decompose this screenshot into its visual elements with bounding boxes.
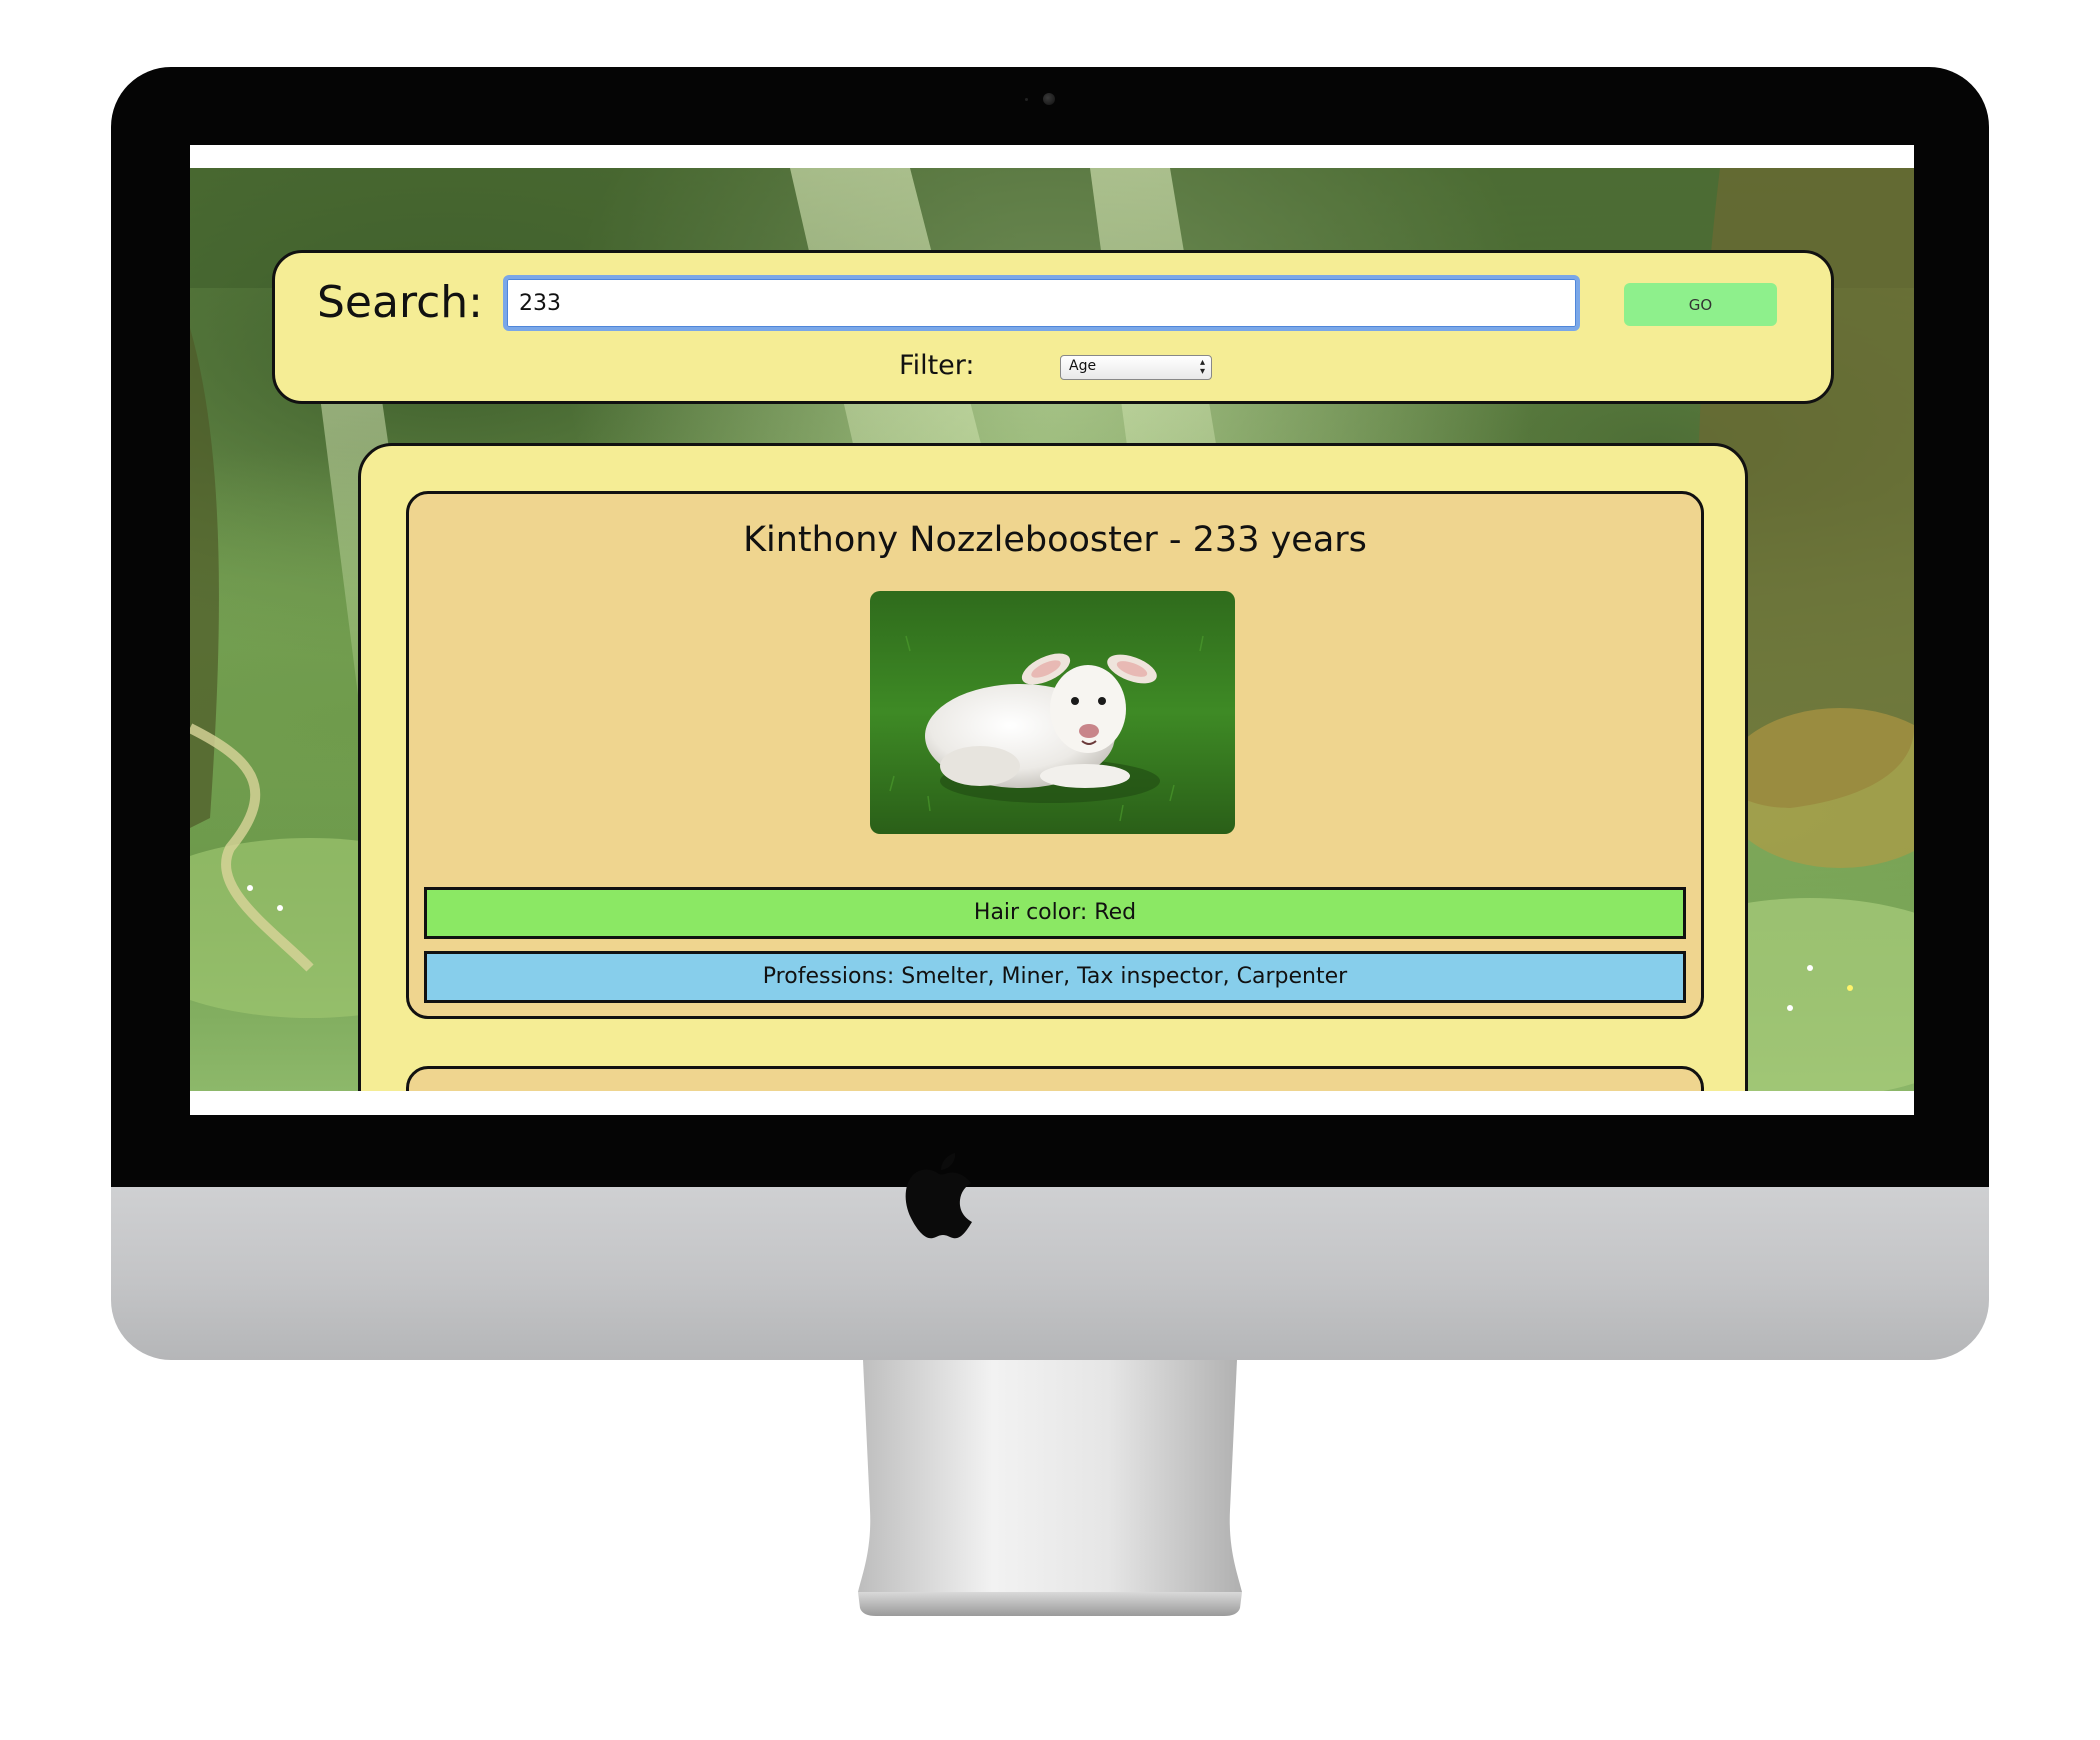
monitor-chin bbox=[111, 1187, 1989, 1360]
result-title: Kinthony Nozzlebooster - 233 years bbox=[743, 520, 1367, 560]
select-arrows-icon: ▴ ▾ bbox=[1199, 357, 1205, 377]
camera-sensor bbox=[1025, 98, 1028, 101]
screen: Search: GO Filter: Age ▴▾ Kinthony Nozzl… bbox=[190, 145, 1914, 1115]
result-card: Kinthony Nozzlebooster - 233 years Hair … bbox=[406, 491, 1704, 1019]
results-panel: Kinthony Nozzlebooster - 233 years Hair … bbox=[358, 443, 1748, 1091]
hair-color-badge: Hair color: Red bbox=[424, 887, 1686, 939]
search-label: Search: bbox=[317, 277, 483, 328]
monitor-stand bbox=[858, 1360, 1242, 1616]
lamb-photo bbox=[870, 591, 1235, 834]
professions-badge: Professions: Smelter, Miner, Tax inspect… bbox=[424, 951, 1686, 1003]
filter-select[interactable]: Age ▴ ▾ bbox=[1060, 355, 1212, 380]
web-page: Search: GO Filter: Age ▴▾ Kinthony Nozzl… bbox=[190, 168, 1914, 1091]
go-button[interactable]: GO bbox=[1624, 283, 1777, 326]
result-card bbox=[406, 1066, 1704, 1091]
search-input[interactable] bbox=[503, 275, 1580, 331]
apple-logo-icon bbox=[905, 1153, 972, 1239]
camera-icon bbox=[1043, 93, 1055, 105]
filter-select-value: Age bbox=[1069, 358, 1097, 374]
filter-label: Filter: bbox=[899, 350, 975, 381]
search-panel: Search: GO Filter: Age ▴▾ bbox=[272, 250, 1834, 404]
